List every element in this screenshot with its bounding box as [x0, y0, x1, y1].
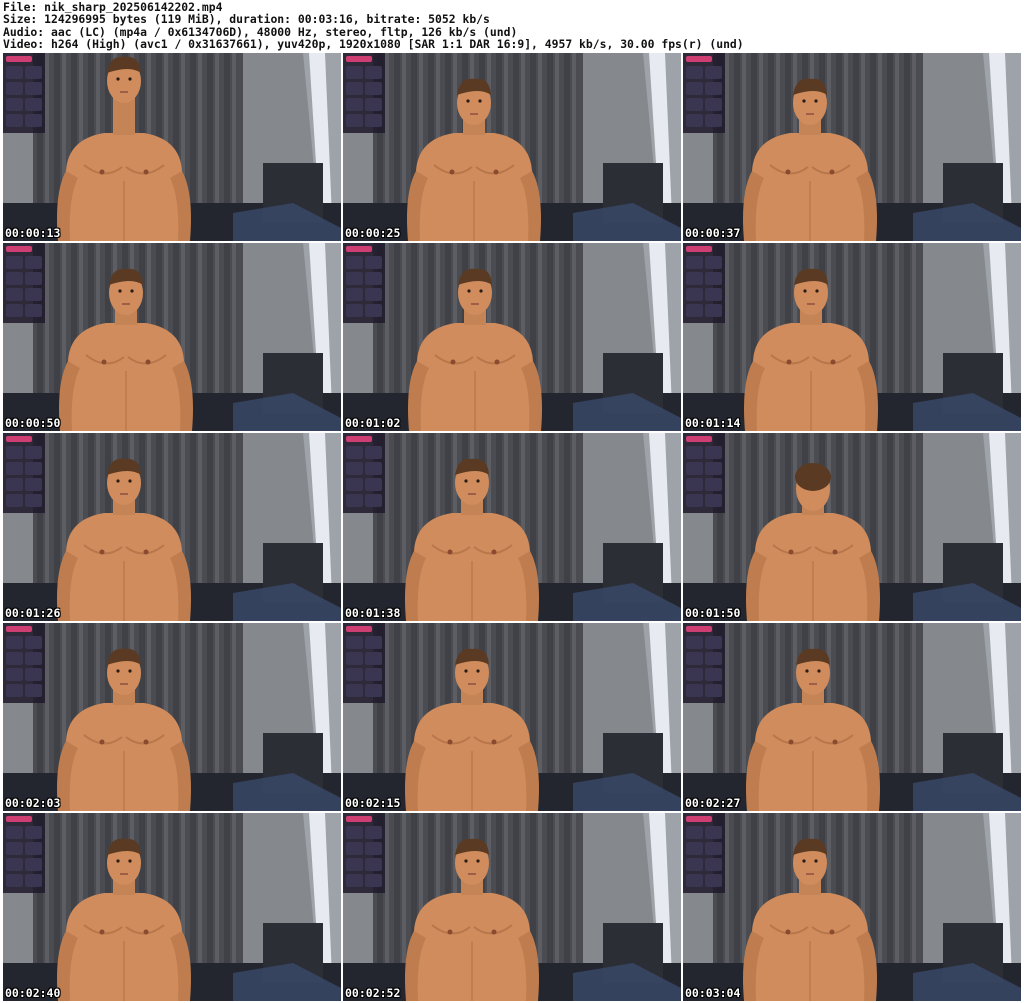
- thumbnail-timestamp: 00:02:27: [685, 796, 741, 810]
- file-name-line: File: nik_sharp_202506142202.mp4: [3, 1, 223, 14]
- file-size-line: Size: 124296995 bytes (119 MiB), duratio…: [3, 13, 490, 26]
- thumbnail-image: [683, 53, 1021, 241]
- thumbnail-image: [683, 433, 1021, 621]
- video-thumbnail: 00:01:38: [343, 433, 681, 621]
- thumbnail-timestamp: 00:00:25: [345, 226, 401, 240]
- thumbnail-image: [3, 623, 341, 811]
- thumbnail-timestamp: 00:02:52: [345, 986, 401, 1000]
- thumbnail-timestamp: 00:03:04: [685, 986, 741, 1000]
- thumbnail-timestamp: 00:01:26: [5, 606, 61, 620]
- thumbnail-image: [3, 433, 341, 621]
- thumbnail-image: [3, 53, 341, 241]
- thumbnail-timestamp: 00:02:03: [5, 796, 61, 810]
- thumbnail-image: [3, 813, 341, 1001]
- video-thumbnail: 00:02:03: [3, 623, 341, 811]
- video-thumbnail: 00:01:02: [343, 243, 681, 431]
- video-thumbnail: 00:01:26: [3, 433, 341, 621]
- thumbnail-image: [343, 623, 681, 811]
- video-thumbnail: 00:02:52: [343, 813, 681, 1001]
- thumbnail-image: [343, 433, 681, 621]
- thumbnail-timestamp: 00:01:38: [345, 606, 401, 620]
- thumbnail-image: [3, 243, 341, 431]
- thumbnail-grid: 00:00:13 00:00:25 00:00:37 00:00:50 00:01:02…: [3, 53, 1021, 1001]
- video-info-line: Video: h264 (High) (avc1 / 0x31637661), …: [3, 38, 744, 51]
- audio-info-line: Audio: aac (LC) (mp4a / 0x6134706D), 480…: [3, 25, 518, 39]
- thumbnail-timestamp: 00:02:15: [345, 796, 401, 810]
- video-thumbnail: 00:00:37: [683, 53, 1021, 241]
- thumbnail-timestamp: 00:01:14: [685, 416, 741, 430]
- video-thumbnail: 00:01:14: [683, 243, 1021, 431]
- video-thumbnail: 00:00:25: [343, 53, 681, 241]
- thumbnail-image: [683, 243, 1021, 431]
- thumbnail-timestamp: 00:01:50: [685, 606, 741, 620]
- thumbnail-image: [343, 813, 681, 1001]
- video-thumbnail: 00:02:27: [683, 623, 1021, 811]
- thumbnail-image: [343, 53, 681, 241]
- video-thumbnail: 00:00:50: [3, 243, 341, 431]
- file-info-header: File: nik_sharp_202506142202.mp4 Size: 1…: [3, 1, 1021, 51]
- thumbnail-timestamp: 00:00:50: [5, 416, 61, 430]
- video-thumbnail: 00:01:50: [683, 433, 1021, 621]
- video-thumbnail: 00:03:04: [683, 813, 1021, 1001]
- thumbnail-image: [683, 813, 1021, 1001]
- thumbnail-image: [343, 243, 681, 431]
- thumbnail-timestamp: 00:02:40: [5, 986, 61, 1000]
- video-thumbnail: 00:02:15: [343, 623, 681, 811]
- thumbnail-timestamp: 00:00:37: [685, 226, 741, 240]
- thumbnail-timestamp: 00:01:02: [345, 416, 401, 430]
- thumbnail-image: [683, 623, 1021, 811]
- video-thumbnail: 00:00:13: [3, 53, 341, 241]
- video-thumbnail: 00:02:40: [3, 813, 341, 1001]
- thumbnail-timestamp: 00:00:13: [5, 226, 61, 240]
